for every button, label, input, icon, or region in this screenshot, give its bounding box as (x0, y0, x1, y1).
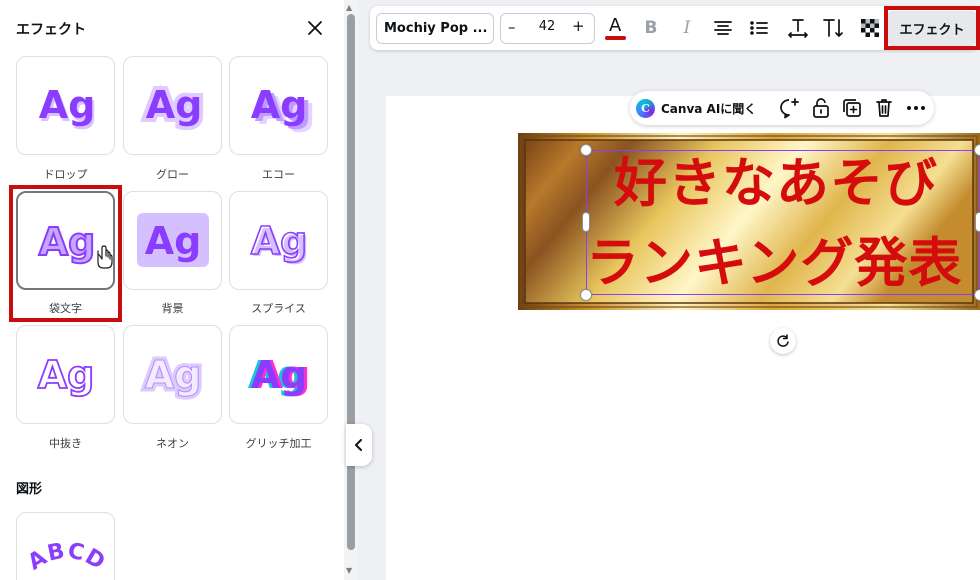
font-size-increase-button[interactable]: + (572, 17, 585, 35)
svg-text:Ag: Ag (145, 219, 202, 263)
svg-text:Ag: Ag (251, 353, 308, 397)
font-size-input[interactable]: 42 (530, 19, 564, 34)
bold-button[interactable]: B (638, 14, 664, 42)
resize-handle-left[interactable] (582, 212, 590, 232)
lock-icon[interactable] (810, 97, 832, 119)
comment-plus-icon[interactable] (778, 97, 800, 119)
vertical-text-icon (823, 19, 843, 37)
rotate-handle[interactable] (770, 328, 796, 354)
text-orientation-button[interactable] (821, 14, 847, 42)
bold-icon: B (644, 18, 658, 38)
font-size-decrease-button[interactable]: – (508, 18, 516, 36)
scroll-down-arrow-icon[interactable]: ▼ (346, 566, 352, 575)
effect-label-outline: 袋文字 (49, 302, 82, 315)
scrollbar-thumb[interactable] (347, 14, 355, 550)
effect-tile-neon[interactable]: Ag Ag (123, 325, 222, 424)
effect-tile-background[interactable]: Ag (123, 191, 222, 290)
canva-ai-label: Canva AIに聞く (661, 101, 757, 116)
resize-handle-top-right[interactable] (974, 144, 980, 156)
rotate-icon (777, 334, 789, 347)
effect-label-background: 背景 (161, 302, 184, 315)
canva-ai-button[interactable]: C Canva AIに聞く (636, 95, 756, 121)
panel-title: エフェクト (16, 22, 86, 38)
svg-text:Ag: Ag (145, 353, 202, 397)
effect-label-hollow: 中抜き (49, 437, 82, 450)
effects-panel: エフェクト Ag Ag ドロップ Ag Ag グロー Ag Ag Ag エコー … (0, 0, 345, 580)
shape-tile-curve[interactable]: ABCD (16, 512, 115, 580)
transparency-icon (861, 19, 879, 37)
effect-label-echo: エコー (262, 168, 295, 181)
resize-handle-bottom-right[interactable] (974, 289, 980, 301)
effect-tile-hollow[interactable]: Ag (16, 325, 115, 424)
duplicate-icon[interactable] (841, 97, 863, 119)
effect-tile-splice[interactable]: Ag Ag (229, 191, 328, 290)
align-center-icon (714, 21, 732, 35)
effects-button[interactable]: エフェクト (887, 11, 977, 46)
spacing-button[interactable] (785, 14, 811, 42)
close-icon[interactable] (304, 17, 326, 39)
more-icon[interactable] (905, 97, 927, 119)
svg-text:Ag: Ag (251, 219, 308, 263)
effect-label-glow: グロー (156, 168, 189, 181)
font-family-select[interactable]: Mochiy Pop ... (376, 13, 494, 44)
bullet-list-icon (750, 21, 768, 35)
effect-tile-glow[interactable]: Ag Ag (123, 56, 222, 155)
effect-tile-echo[interactable]: Ag Ag Ag (229, 56, 328, 155)
banner-text-line-2[interactable]: ランキング発表 (586, 237, 980, 290)
effect-label-splice: スプライス (251, 302, 306, 315)
collapse-panel-button[interactable] (346, 424, 372, 466)
shape-section-title: 図形 (16, 482, 43, 497)
effect-label-neon: ネオン (156, 437, 189, 450)
letter-spacing-icon (788, 19, 808, 38)
svg-text:Ag: Ag (39, 83, 96, 127)
svg-text:ABCD: ABCD (24, 538, 110, 575)
resize-handle-bottom-left[interactable] (580, 289, 592, 301)
svg-text:Ag: Ag (146, 83, 203, 127)
effect-tile-outline[interactable]: Ag (16, 191, 115, 290)
text-color-button[interactable]: A (602, 14, 628, 42)
svg-text:Ag: Ag (38, 353, 95, 397)
text-color-swatch (605, 36, 626, 40)
italic-icon: I (683, 18, 691, 38)
scroll-up-arrow-icon[interactable]: ▲ (346, 3, 352, 12)
list-button[interactable] (746, 14, 772, 42)
resize-handle-right[interactable] (975, 212, 980, 232)
transparency-button[interactable] (857, 14, 883, 42)
banner-text-line-1[interactable]: 好きなあそび (614, 157, 980, 210)
hand-cursor-icon (97, 245, 113, 269)
text-color-icon: A (609, 15, 622, 36)
svg-text:Ag: Ag (39, 220, 96, 264)
trash-icon[interactable] (873, 97, 895, 119)
effect-tile-glitch[interactable]: Ag Ag Ag (229, 325, 328, 424)
svg-text:Ag: Ag (251, 83, 308, 127)
align-center-button[interactable] (710, 14, 736, 42)
resize-handle-top-left[interactable] (580, 144, 592, 156)
chevron-left-icon (355, 439, 362, 451)
effect-label-glitch: グリッチ加工 (245, 437, 312, 450)
canva-ai-logo-icon: C (636, 98, 655, 118)
effect-label-drop: ドロップ (43, 168, 88, 181)
italic-button[interactable]: I (674, 14, 700, 42)
effect-tile-drop[interactable]: Ag Ag (16, 56, 115, 155)
